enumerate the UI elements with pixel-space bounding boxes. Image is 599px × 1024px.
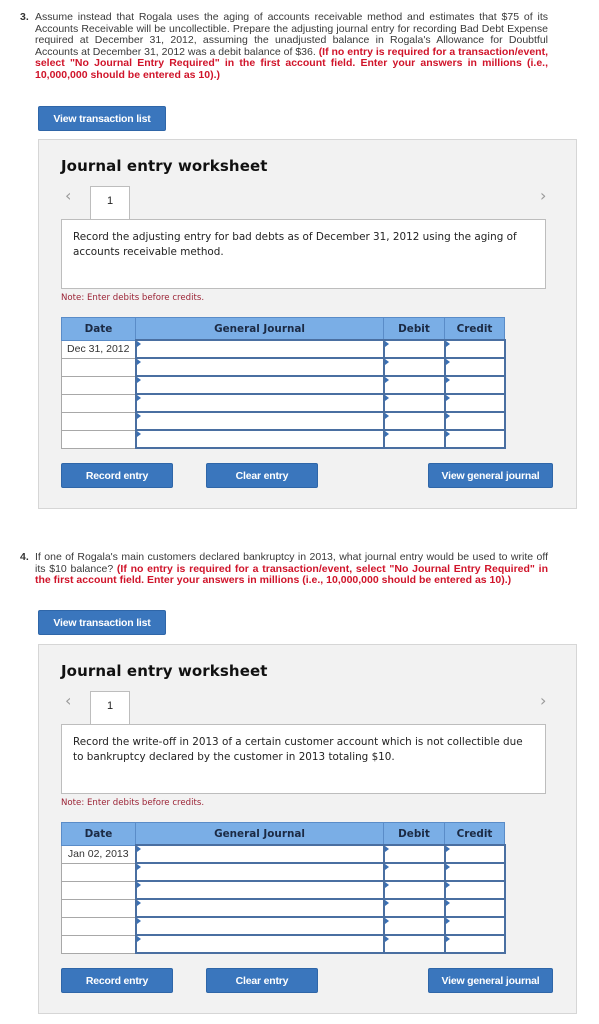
debit-input[interactable]: [382, 357, 446, 377]
record-entry-button[interactable]: Record entry: [61, 968, 173, 993]
credit-input[interactable]: [443, 934, 506, 954]
table-row: [61, 411, 506, 431]
debit-input[interactable]: [382, 934, 446, 954]
tab-1[interactable]: 1: [90, 691, 130, 724]
account-input[interactable]: [134, 393, 385, 413]
debit-input[interactable]: [382, 844, 446, 864]
clear-entry-button[interactable]: Clear entry: [206, 463, 318, 488]
journal-entry-worksheet: Journal entry worksheet ‹ 1 › Record the…: [38, 139, 577, 509]
debit-input[interactable]: [382, 375, 446, 395]
date-cell: [61, 898, 136, 918]
worksheet-prompt: Record the write-off in 2013 of a certai…: [61, 724, 546, 794]
question-3: 3. Assume instead that Rogala uses the a…: [20, 11, 548, 82]
credit-input[interactable]: [443, 429, 506, 449]
credit-input[interactable]: [443, 393, 506, 413]
account-input[interactable]: [134, 934, 385, 954]
view-general-journal-button[interactable]: View general journal: [428, 968, 553, 993]
view-general-journal-button[interactable]: View general journal: [428, 463, 553, 488]
date-cell: [61, 393, 136, 413]
date-cell: [61, 880, 136, 900]
table-header-row: Date General Journal Debit Credit: [61, 317, 505, 341]
question-number: 3.: [20, 11, 29, 23]
date-cell: [61, 411, 136, 431]
account-input[interactable]: [134, 375, 385, 395]
account-input[interactable]: [134, 357, 385, 377]
table-row: [61, 916, 506, 936]
account-input[interactable]: [134, 862, 385, 882]
account-input[interactable]: [134, 880, 385, 900]
credit-input[interactable]: [443, 844, 506, 864]
date-cell: [61, 429, 136, 449]
worksheet-title: Journal entry worksheet: [61, 662, 268, 680]
debit-input[interactable]: [382, 880, 446, 900]
worksheet-prompt: Record the adjusting entry for bad debts…: [61, 219, 546, 289]
debits-note: Note: Enter debits before credits.: [61, 798, 205, 808]
table-row: [61, 862, 506, 882]
tab-1[interactable]: 1: [90, 186, 130, 219]
debit-input[interactable]: [382, 916, 446, 936]
table-row: [61, 898, 506, 918]
chevron-left-icon[interactable]: ‹: [65, 186, 71, 205]
question-4: 4. If one of Rogala's main customers dec…: [20, 551, 548, 587]
column-header-credit: Credit: [444, 822, 505, 846]
clear-entry-button[interactable]: Clear entry: [206, 968, 318, 993]
date-cell: Jan 02, 2013: [61, 844, 136, 864]
chevron-right-icon[interactable]: ›: [540, 691, 546, 710]
debit-input[interactable]: [382, 393, 446, 413]
table-row: [61, 393, 506, 413]
date-cell: [61, 375, 136, 395]
chevron-left-icon[interactable]: ‹: [65, 691, 71, 710]
credit-input[interactable]: [443, 339, 506, 359]
column-header-credit: Credit: [444, 317, 505, 341]
debit-input[interactable]: [382, 898, 446, 918]
view-transaction-list-button[interactable]: View transaction list: [38, 610, 166, 635]
worksheet-title: Journal entry worksheet: [61, 157, 268, 175]
journal-table: Date General Journal Debit Credit Dec 31…: [61, 317, 506, 449]
table-row: [61, 429, 506, 449]
debit-input[interactable]: [382, 411, 446, 431]
table-row: [61, 934, 506, 954]
chevron-right-icon[interactable]: ›: [540, 186, 546, 205]
credit-input[interactable]: [443, 375, 506, 395]
date-cell: [61, 862, 136, 882]
date-cell: [61, 934, 136, 954]
credit-input[interactable]: [443, 916, 506, 936]
table-row: [61, 375, 506, 395]
column-header-date: Date: [61, 317, 136, 341]
account-input[interactable]: [134, 844, 385, 864]
column-header-date: Date: [61, 822, 136, 846]
account-input[interactable]: [134, 429, 385, 449]
view-transaction-list-button[interactable]: View transaction list: [38, 106, 166, 131]
record-entry-button[interactable]: Record entry: [61, 463, 173, 488]
table-row: Dec 31, 2012: [61, 339, 506, 359]
table-header-row: Date General Journal Debit Credit: [61, 822, 505, 846]
date-cell: [61, 916, 136, 936]
credit-input[interactable]: [443, 898, 506, 918]
table-row: [61, 880, 506, 900]
credit-input[interactable]: [443, 862, 506, 882]
table-row: Jan 02, 2013: [61, 844, 506, 864]
debit-input[interactable]: [382, 339, 446, 359]
journal-table: Date General Journal Debit Credit Jan 02…: [61, 822, 506, 954]
date-cell: [61, 357, 136, 377]
account-input[interactable]: [134, 898, 385, 918]
table-row: [61, 357, 506, 377]
credit-input[interactable]: [443, 357, 506, 377]
debit-input[interactable]: [382, 862, 446, 882]
journal-entry-worksheet: Journal entry worksheet ‹ 1 › Record the…: [38, 644, 577, 1014]
credit-input[interactable]: [443, 880, 506, 900]
credit-input[interactable]: [443, 411, 506, 431]
date-cell: Dec 31, 2012: [61, 339, 136, 359]
column-header-general-journal: General Journal: [135, 317, 384, 341]
column-header-debit: Debit: [383, 822, 445, 846]
debit-input[interactable]: [382, 429, 446, 449]
question-number: 4.: [20, 551, 29, 563]
account-input[interactable]: [134, 916, 385, 936]
debits-note: Note: Enter debits before credits.: [61, 293, 205, 303]
column-header-debit: Debit: [383, 317, 445, 341]
account-input[interactable]: [134, 339, 385, 359]
account-input[interactable]: [134, 411, 385, 431]
column-header-general-journal: General Journal: [135, 822, 384, 846]
